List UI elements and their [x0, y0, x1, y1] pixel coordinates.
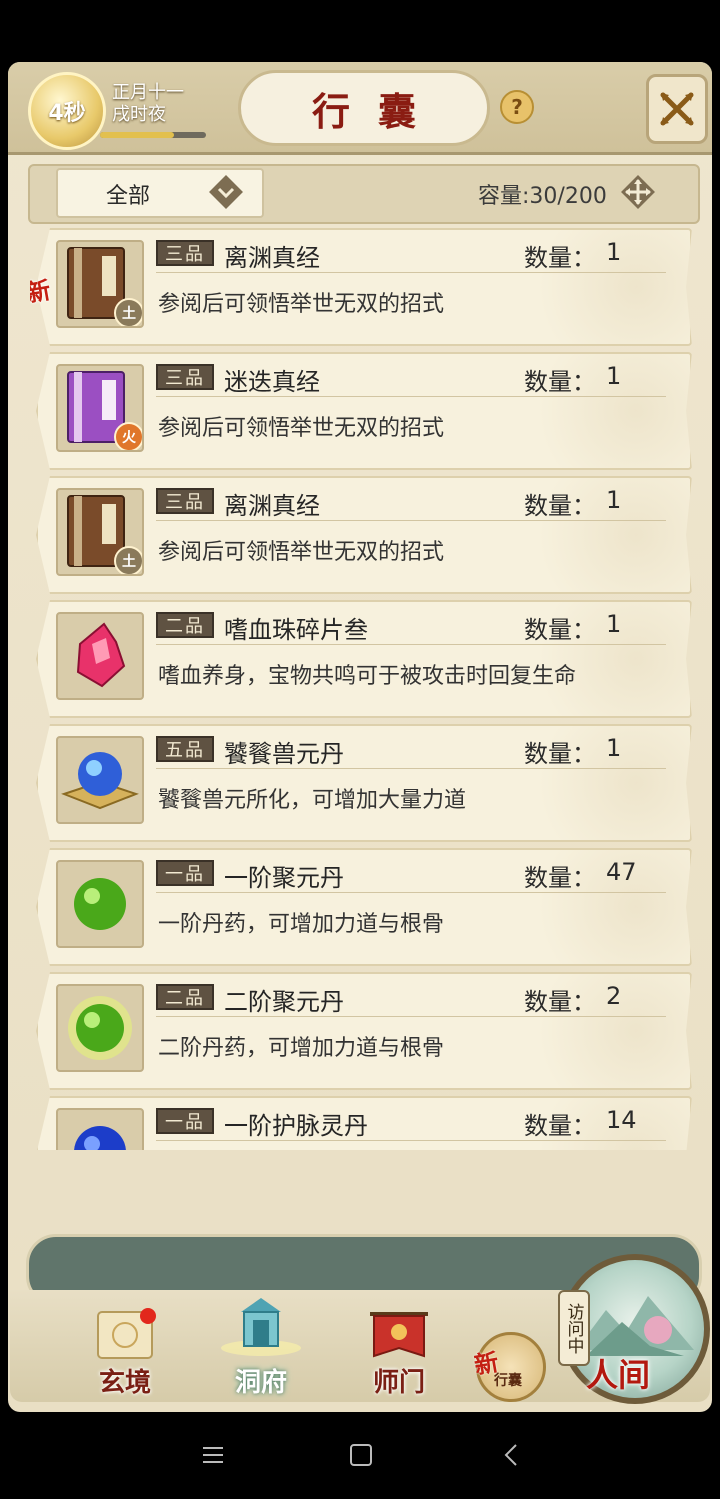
- item-divider: [156, 768, 666, 769]
- item-qty-label: 数量：: [524, 1112, 596, 1140]
- scroll-icon: [97, 1308, 156, 1359]
- item-qty-label: 数量：: [524, 244, 596, 272]
- item-icon-frame[interactable]: [56, 860, 144, 948]
- time-of-day-label: 戌时夜: [112, 104, 166, 125]
- item-qty-label: 数量：: [524, 616, 596, 644]
- chevron-down-icon[interactable]: [206, 172, 246, 212]
- item-row[interactable]: 二品 二阶聚元丹 数量： 2 二阶丹药，可增加力道与根骨: [30, 972, 694, 1088]
- item-grade-badge: 三品: [156, 364, 214, 390]
- item-qty: 14: [606, 1106, 637, 1134]
- item-grade-badge: 三品: [156, 488, 214, 514]
- item-name: 一阶护脉灵丹: [224, 1112, 368, 1140]
- item-divider: [156, 272, 666, 273]
- item-divider: [156, 644, 666, 645]
- item-row[interactable]: 土新三品 离渊真经 数量： 1 参阅后可领悟举世无双的招式: [30, 228, 694, 344]
- nav-label-dongfu: 洞府: [234, 1368, 287, 1398]
- item-name: 迷迭真经: [224, 368, 320, 396]
- menu-icon[interactable]: [198, 1440, 228, 1470]
- item-grade-badge: 三品: [156, 240, 214, 266]
- item-grade-badge: 一品: [156, 860, 214, 886]
- item-name: 嗜血珠碎片叁: [224, 616, 368, 644]
- page-title: 行囊: [238, 70, 490, 146]
- item-row[interactable]: 土 三品 离渊真经 数量： 1 参阅后可领悟举世无双的招式: [30, 476, 694, 592]
- item-grade-badge: 二品: [156, 612, 214, 638]
- item-grade-badge: 一品: [156, 1108, 214, 1134]
- item-row[interactable]: 一品 一阶聚元丹 数量： 47 一阶丹药，可增加力道与根骨: [30, 848, 694, 964]
- item-icon-frame[interactable]: 土: [56, 488, 144, 576]
- item-qty-label: 数量：: [524, 740, 596, 768]
- item-qty: 1: [606, 734, 622, 762]
- item-icon-frame[interactable]: 火: [56, 364, 144, 452]
- item-row[interactable]: 一品 一阶护脉灵丹 数量： 14: [30, 1096, 694, 1150]
- item-description: 参阅后可领悟举世无双的招式: [158, 416, 445, 441]
- item-icon-frame[interactable]: [56, 612, 144, 700]
- item-name: 饕餮兽元丹: [224, 740, 344, 768]
- item-divider: [156, 1140, 666, 1141]
- expand-icon[interactable]: [616, 170, 660, 214]
- home-icon[interactable]: [346, 1440, 376, 1470]
- item-divider: [156, 520, 666, 521]
- item-icon-frame[interactable]: [56, 1108, 144, 1150]
- nav-label-xuanjing: 玄境: [98, 1368, 151, 1398]
- back-icon[interactable]: [496, 1440, 526, 1470]
- item-divider: [156, 396, 666, 397]
- item-description: 参阅后可领悟举世无双的招式: [158, 292, 445, 317]
- help-button[interactable]: ?: [500, 90, 534, 124]
- item-qty: 1: [606, 238, 622, 266]
- nav-dongfu[interactable]: 洞府: [206, 1298, 316, 1402]
- capacity-label: 容量:30/200: [478, 184, 607, 209]
- item-qty: 2: [606, 982, 622, 1010]
- nav-shimen[interactable]: 师门: [344, 1306, 454, 1402]
- bag-label: 行囊: [494, 1373, 522, 1389]
- close-button[interactable]: [646, 74, 708, 144]
- item-row[interactable]: 五品 饕餮兽元丹 数量： 1 饕餮兽元所化，可增加大量力道: [30, 724, 694, 840]
- element-badge: 土: [114, 298, 142, 326]
- item-qty: 47: [606, 858, 637, 886]
- item-description: 嗜血养身，宝物共鸣可于被攻击时回复生命: [158, 664, 577, 689]
- item-description: 参阅后可领悟举世无双的招式: [158, 540, 445, 565]
- nav-label-shimen: 师门: [372, 1368, 425, 1398]
- close-icon: [660, 92, 694, 126]
- time-progress-fill: [100, 132, 175, 138]
- item-qty-label: 数量：: [524, 368, 596, 396]
- item-qty-label: 数量：: [524, 492, 596, 520]
- green-pill-icon: [58, 878, 142, 946]
- item-icon-frame[interactable]: [56, 736, 144, 824]
- category-dropdown-label: 全部: [106, 184, 151, 209]
- item-name: 二阶聚元丹: [224, 988, 344, 1016]
- item-icon-frame[interactable]: 土: [56, 240, 144, 328]
- item-qty-label: 数量：: [524, 988, 596, 1016]
- item-qty: 1: [606, 362, 622, 390]
- item-description: 二阶丹药，可增加力道与根骨: [158, 1036, 445, 1061]
- blue-orb-icon: [58, 752, 142, 822]
- timer-badge: 4秒: [28, 72, 106, 150]
- element-badge: 土: [114, 546, 142, 574]
- item-grade-badge: 二品: [156, 984, 214, 1010]
- item-grade-badge: 五品: [156, 736, 214, 762]
- item-description: 饕餮兽元所化，可增加大量力道: [158, 788, 467, 813]
- nav-xuanjing[interactable]: 玄境: [70, 1306, 180, 1402]
- item-name: 一阶聚元丹: [224, 864, 344, 892]
- item-divider: [156, 892, 666, 893]
- time-progress-bar: [100, 132, 206, 138]
- item-icon-frame[interactable]: [56, 984, 144, 1072]
- item-qty-label: 数量：: [524, 864, 596, 892]
- blood-shard-icon: [58, 622, 142, 698]
- item-row[interactable]: 火 三品 迷迭真经 数量： 1 参阅后可领悟举世无双的招式: [30, 352, 694, 468]
- item-divider: [156, 1016, 666, 1017]
- item-row[interactable]: 二品 嗜血珠碎片叁 数量： 1 嗜血养身，宝物共鸣可于被攻击时回复生命: [30, 600, 694, 716]
- green-glow-pill-icon: [58, 996, 142, 1070]
- item-qty: 1: [606, 610, 622, 638]
- banner-icon: [370, 1312, 428, 1358]
- item-list[interactable]: 土新三品 离渊真经 数量： 1 参阅后可领悟举世无双的招式火三品 迷迭真经 数量： 1 参阅后可…: [30, 228, 694, 1150]
- item-name: 离渊真经: [224, 492, 320, 520]
- pavilion-icon: [221, 1298, 301, 1356]
- item-name: 离渊真经: [224, 244, 320, 272]
- item-qty: 1: [606, 486, 622, 514]
- portal-label: 人间: [586, 1356, 651, 1394]
- element-badge: 火: [114, 422, 142, 450]
- item-description: 一阶丹药，可增加力道与根骨: [158, 912, 445, 937]
